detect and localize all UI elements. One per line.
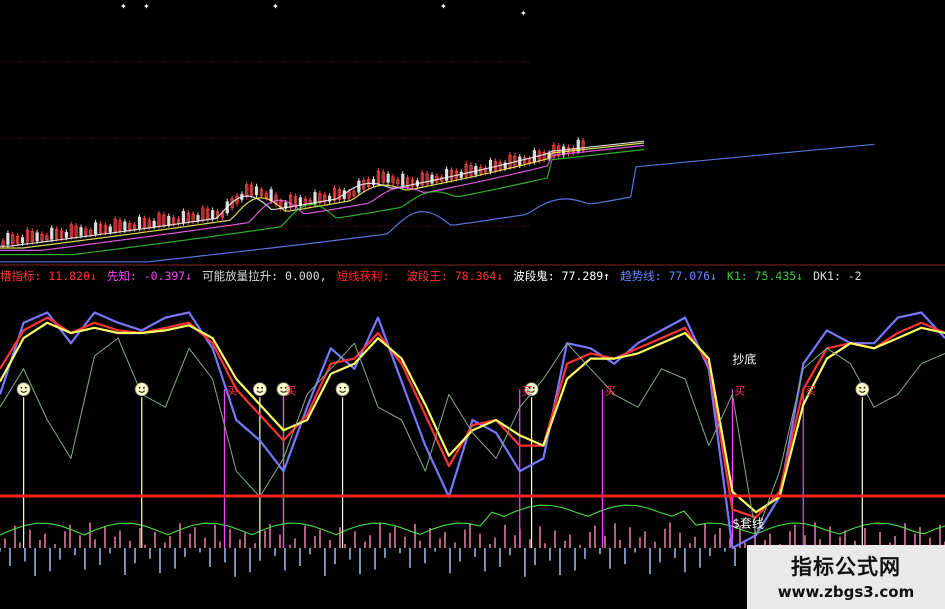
- indicator-8: DK1: -2: [813, 269, 861, 283]
- indicator-value: [390, 269, 397, 283]
- top-symbol: ✦: [120, 2, 127, 11]
- smiley-face: [335, 382, 350, 397]
- candle-body: [445, 168, 449, 181]
- annotation-label: $套线: [732, 517, 764, 531]
- top-symbol: ✦: [143, 2, 150, 11]
- smiley-eye: [143, 386, 145, 389]
- candle-body: [269, 189, 273, 202]
- indicator-4: 波段王: 78.364↓: [406, 269, 503, 283]
- indicator-2: 可能放量拉升: 0.000,: [202, 269, 326, 283]
- candle-body: [50, 227, 54, 240]
- indicator-3: 短线获利:: [337, 269, 397, 283]
- candle-body: [401, 173, 405, 186]
- candle-body: [313, 192, 317, 204]
- indicator-label: DK1:: [813, 269, 841, 283]
- indicator-value: 78.364↓: [447, 269, 504, 283]
- buy-label: 买: [604, 384, 615, 397]
- indicator-label: 短线获利:: [336, 269, 390, 283]
- smiley-eye: [859, 386, 862, 389]
- candle-body: [488, 159, 493, 172]
- indicator-label: 波段鬼:: [513, 269, 555, 283]
- smiley-eye: [532, 386, 535, 389]
- indicator-0: 槽指标: 11.820↓: [0, 269, 97, 283]
- candle-body: [20, 237, 25, 244]
- smiley-face: [134, 382, 149, 397]
- smiley-icon: [252, 382, 267, 397]
- top-symbol: ✦: [272, 2, 279, 11]
- indicator-label: 先知:: [106, 269, 137, 283]
- candle-body: [94, 222, 98, 235]
- oscillator-panel: 买 买 买 买 买 买 抄底 $套线: [0, 311, 945, 577]
- buy-label: 买: [226, 384, 237, 397]
- candle-body: [6, 233, 10, 245]
- smiley-icon: [16, 382, 31, 397]
- smiley-eye: [339, 386, 342, 389]
- smiley-icon: [855, 382, 870, 397]
- watermark-title: 指标公式网: [791, 555, 901, 579]
- watermark-url: www.zbgs3.com: [777, 583, 915, 601]
- indicator-label: 波段王:: [406, 269, 448, 283]
- smiley-icon: [335, 382, 350, 397]
- indicator-1: 先知: -0.397↓: [107, 269, 192, 283]
- smiley-face: [16, 382, 31, 397]
- indicator-legend: 槽指标: 11.820↓ 先知: -0.397↓ 可能放量拉升: 0.000, 短线获…: [0, 266, 945, 286]
- smiley-eye: [20, 386, 23, 389]
- top-symbol: ✦: [520, 9, 527, 18]
- candle-body: [123, 221, 127, 231]
- buy-label: 买: [734, 384, 745, 397]
- stock-chart: ✦ ✦ ✦ ✦ ✦ 买 买 买 买 买 买 抄底 $套线: [0, 2, 945, 577]
- indicator-label: 趋势线:: [620, 269, 662, 283]
- candle-body: [79, 227, 83, 236]
- watermark: 指标公式网 www.zbgs3.com: [747, 545, 945, 609]
- smiley-face: [855, 382, 870, 397]
- smiley-eye: [24, 386, 27, 389]
- indicator-value: 75.435↓: [747, 269, 804, 283]
- candle-body: [152, 220, 156, 227]
- candle-body: [137, 216, 142, 229]
- indicator-7: K1: 75.435↓: [727, 269, 803, 283]
- smiley-eye: [138, 386, 141, 389]
- candle-body: [181, 211, 185, 223]
- smiley-eye: [280, 386, 283, 389]
- candle-body: [211, 210, 215, 219]
- indicator-value: 77.289↑: [554, 269, 611, 283]
- buy-label: 买: [286, 384, 297, 397]
- candle-body: [430, 174, 434, 184]
- annotation-label: 抄底: [732, 352, 756, 367]
- indicator-label: K1:: [726, 269, 748, 283]
- indicator-5: 波段鬼: 77.289↑: [513, 269, 610, 283]
- smiley-eye: [261, 386, 263, 389]
- candle-body: [108, 226, 112, 233]
- buy-label: 买: [522, 384, 533, 397]
- candle-body: [35, 232, 39, 242]
- candle-body: [254, 186, 259, 196]
- top-symbol: ✦: [440, 2, 447, 11]
- indicator-value: 11.820↓: [41, 269, 97, 283]
- buy-label: 买: [805, 384, 816, 397]
- indicator-label: 可能放量拉升:: [202, 269, 279, 283]
- candle-body: [386, 173, 390, 183]
- smiley-eye: [863, 386, 866, 389]
- candle-body: [196, 215, 200, 221]
- smiley-eye: [256, 386, 259, 389]
- indicator-6: 趋势线: 77.076↓: [620, 269, 717, 283]
- candle-body: [64, 231, 68, 238]
- indicator-value: 77.076↓: [661, 269, 717, 283]
- indicator-label: 槽指标:: [0, 269, 42, 283]
- smiley-icon: [134, 382, 149, 397]
- indicator-value: -2: [840, 269, 862, 283]
- candle-body: [357, 180, 361, 193]
- candle-body: [167, 216, 171, 225]
- smiley-face: [252, 382, 267, 397]
- smiley-eye: [343, 386, 346, 389]
- price-panel: ✦ ✦ ✦ ✦ ✦: [0, 2, 945, 266]
- moving-average-line: [0, 143, 875, 263]
- indicator-value: 0.000,: [278, 269, 327, 283]
- indicator-value: -0.397↓: [136, 269, 193, 283]
